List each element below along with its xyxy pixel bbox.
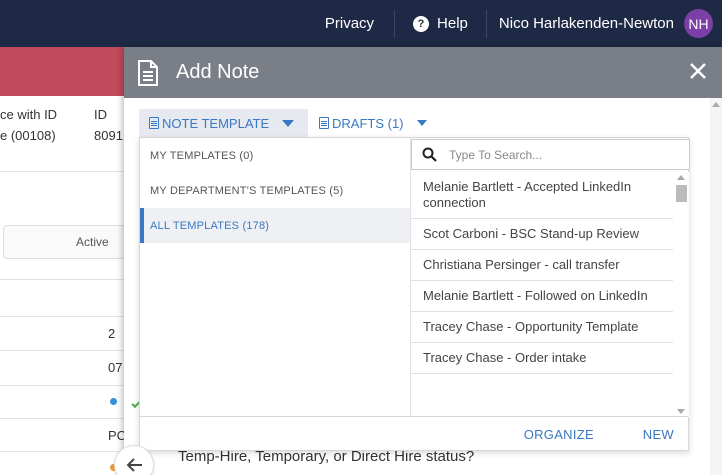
search-icon: [422, 147, 437, 162]
divider: [0, 316, 124, 317]
drafts-label: DRAFTS (1): [332, 115, 404, 131]
list-item[interactable]: Tracey Chase - Opportunity Template: [411, 312, 673, 343]
note-icon: [138, 59, 158, 86]
table-cell: 8091: [94, 128, 123, 143]
scroll-up-arrow-icon[interactable]: [677, 175, 685, 180]
table-cell: 2: [108, 326, 116, 341]
template-dropdown: MY TEMPLATES (0) MY DEPARTMENT'S TEMPLAT…: [139, 137, 690, 451]
template-categories: MY TEMPLATES (0) MY DEPARTMENT'S TEMPLAT…: [140, 138, 410, 243]
template-icon: [149, 117, 159, 129]
status-tab-bar[interactable]: Active: [3, 225, 124, 259]
caret-down-icon: [416, 120, 427, 126]
table-cell: 07: [108, 360, 123, 375]
close-icon[interactable]: [688, 61, 708, 81]
help-label: Help: [437, 15, 468, 32]
divider: [0, 279, 124, 280]
divider: [0, 451, 124, 452]
modal-title: Add Note: [176, 61, 260, 83]
user-name[interactable]: Nico Harlakenden-Newton: [487, 15, 684, 32]
list-item[interactable]: Christiana Persinger - call transfer: [411, 250, 673, 281]
template-list: Melanie Bartlett - Accepted LinkedIn con…: [411, 172, 673, 417]
modal-header: Add Note: [124, 47, 722, 98]
status-dot: [110, 398, 117, 405]
note-template-button[interactable]: NOTE TEMPLATE: [139, 109, 308, 137]
top-bar: Privacy ? Help Nico Harlakenden-Newton N…: [0, 0, 722, 47]
caret-down-icon: [282, 119, 295, 127]
tab-active[interactable]: Active: [76, 235, 109, 249]
divider: [0, 418, 124, 419]
divider: [0, 350, 124, 351]
table-cell: e (00108): [0, 128, 56, 143]
column-header: ID: [94, 107, 107, 122]
add-note-modal: Add Note NOTE TEMPLATE DRAFTS (1) Temp-H…: [124, 47, 722, 475]
divider: [0, 385, 124, 386]
search-input[interactable]: [449, 147, 669, 162]
dropdown-footer: ORGANIZE NEW: [140, 416, 688, 450]
list-item[interactable]: Melanie Bartlett - Followed on LinkedIn: [411, 281, 673, 312]
avatar[interactable]: NH: [684, 9, 713, 38]
privacy-link[interactable]: Privacy: [305, 15, 394, 32]
template-list-scrollbar[interactable]: [673, 172, 689, 417]
list-item[interactable]: Scot Carboni - BSC Stand-up Review: [411, 219, 673, 250]
modal-body: NOTE TEMPLATE DRAFTS (1) Temp-Hire, Temp…: [124, 98, 722, 475]
organize-button[interactable]: ORGANIZE: [524, 427, 594, 442]
scroll-up-arrow-icon[interactable]: [712, 102, 720, 107]
list-item[interactable]: Melanie Bartlett - Accepted LinkedIn con…: [411, 172, 673, 219]
drafts-icon: [319, 117, 329, 129]
category-department-templates[interactable]: MY DEPARTMENT'S TEMPLATES (5): [140, 173, 410, 208]
divider: [0, 171, 124, 172]
category-all-templates[interactable]: ALL TEMPLATES (178): [140, 208, 410, 243]
background-page: ce with ID ID e (00108) 8091 Active 2 07…: [0, 47, 124, 475]
record-banner: [0, 47, 124, 96]
note-template-label: NOTE TEMPLATE: [162, 115, 270, 131]
category-my-templates[interactable]: MY TEMPLATES (0): [140, 138, 410, 173]
drafts-button[interactable]: DRAFTS (1): [319, 109, 427, 137]
list-item[interactable]: Tracey Chase - Order intake: [411, 343, 673, 374]
scroll-down-arrow-icon[interactable]: [677, 409, 685, 414]
scroll-thumb[interactable]: [676, 185, 687, 202]
modal-scrollbar[interactable]: [710, 98, 722, 475]
table-cell: PC: [108, 428, 124, 443]
help-link[interactable]: ? Help: [395, 15, 486, 32]
help-icon: ?: [413, 15, 430, 32]
arrow-left-icon: [126, 458, 142, 472]
template-search: [411, 139, 690, 170]
column-header: ce with ID: [0, 107, 58, 122]
template-list-panel: Melanie Bartlett - Accepted LinkedIn con…: [410, 138, 690, 418]
new-template-button[interactable]: NEW: [643, 427, 674, 442]
